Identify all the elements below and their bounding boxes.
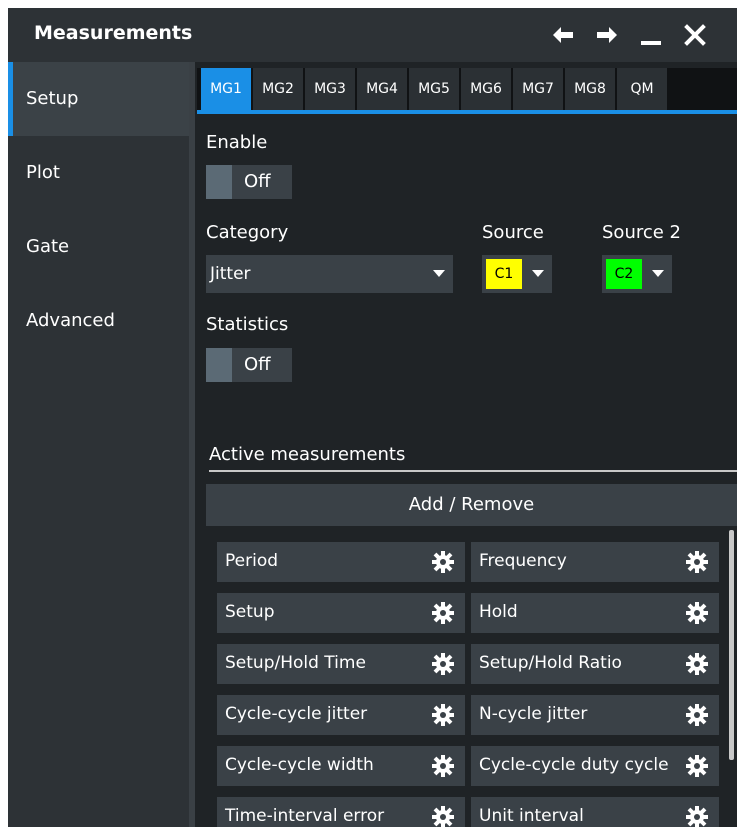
source-label: Source <box>482 222 544 243</box>
statistics-toggle[interactable]: Off <box>206 348 292 382</box>
gear-icon[interactable] <box>431 805 455 827</box>
toggle-knob <box>206 348 232 382</box>
gear-icon[interactable] <box>685 601 709 625</box>
source-channel-badge: C1 <box>486 259 522 289</box>
measurement-n-cycle-jitter[interactable]: N-cycle jitter <box>471 695 719 735</box>
arrow-right-icon[interactable] <box>592 20 622 50</box>
sidebar-item-label: Gate <box>26 236 70 257</box>
sidebar-item-label: Setup <box>26 88 79 109</box>
chevron-down-icon <box>532 270 544 277</box>
active-measurements-title: Active measurements <box>209 444 406 465</box>
gear-icon[interactable] <box>685 754 709 778</box>
active-measurements-list: Period Frequency Setup Hold Setup/Hold T… <box>197 533 737 827</box>
title-bar: Measurements <box>8 8 737 62</box>
section-divider <box>209 470 737 472</box>
source-select[interactable]: C1 <box>482 255 552 293</box>
measurement-cycle-cycle-jitter[interactable]: Cycle-cycle jitter <box>217 695 465 735</box>
arrow-left-icon[interactable] <box>548 20 578 50</box>
tab-mg4[interactable]: MG4 <box>357 68 407 110</box>
category-value: Jitter <box>210 264 251 284</box>
add-remove-button[interactable]: Add / Remove <box>206 484 737 526</box>
measurement-period[interactable]: Period <box>217 542 465 582</box>
dialog-title: Measurements <box>34 22 193 44</box>
measurement-label: Setup <box>225 602 275 622</box>
measurements-dialog: Measurements Setup Plot Gate Advanced MG… <box>8 8 737 827</box>
measurement-label: Setup/Hold Ratio <box>479 653 622 673</box>
gear-icon[interactable] <box>685 652 709 676</box>
statistics-label: Statistics <box>206 314 289 335</box>
chevron-down-icon <box>652 270 664 277</box>
measurement-cycle-cycle-duty-cycle[interactable]: Cycle-cycle duty cycle <box>471 746 719 786</box>
sidebar-item-label: Advanced <box>26 310 115 331</box>
gear-icon[interactable] <box>685 550 709 574</box>
gear-icon[interactable] <box>685 805 709 827</box>
measurement-label: Period <box>225 551 279 571</box>
measurement-label: N-cycle jitter <box>479 704 588 724</box>
measurement-label: Setup/Hold Time <box>225 653 366 673</box>
sidebar-divider <box>189 62 195 827</box>
measurement-setup[interactable]: Setup <box>217 593 465 633</box>
measurement-label: Hold <box>479 602 518 622</box>
measurement-label: Cycle-cycle width <box>225 755 374 775</box>
measurement-unit-interval[interactable]: Unit interval <box>471 797 719 827</box>
source2-channel-badge: C2 <box>606 259 642 289</box>
gear-icon[interactable] <box>431 754 455 778</box>
measurement-label: Cycle-cycle duty cycle <box>479 755 669 775</box>
sidebar-item-gate[interactable]: Gate <box>8 210 189 284</box>
sidebar-item-advanced[interactable]: Advanced <box>8 284 189 358</box>
measurement-setup-hold-ratio[interactable]: Setup/Hold Ratio <box>471 644 719 684</box>
enable-toggle[interactable]: Off <box>206 165 292 199</box>
gear-icon[interactable] <box>431 703 455 727</box>
close-icon[interactable] <box>680 20 710 50</box>
gear-icon[interactable] <box>431 550 455 574</box>
sidebar-item-label: Plot <box>26 162 60 183</box>
measurement-group-tabs: MG1 MG2 MG3 MG4 MG5 MG6 MG7 MG8 QM <box>197 68 737 112</box>
measurement-label: Cycle-cycle jitter <box>225 704 368 724</box>
measurement-frequency[interactable]: Frequency <box>471 542 719 582</box>
category-label: Category <box>206 222 289 243</box>
measurements-scrollbar[interactable] <box>729 530 734 760</box>
enable-value: Off <box>244 171 271 192</box>
measurement-label: Unit interval <box>479 806 584 826</box>
tab-mg1[interactable]: MG1 <box>201 68 251 110</box>
statistics-value: Off <box>244 354 271 375</box>
sidebar-item-setup[interactable]: Setup <box>8 62 189 136</box>
tab-mg8[interactable]: MG8 <box>565 68 615 110</box>
source2-select[interactable]: C2 <box>602 255 672 293</box>
minimize-icon[interactable] <box>636 20 666 50</box>
tab-mg2[interactable]: MG2 <box>253 68 303 110</box>
gear-icon[interactable] <box>431 652 455 676</box>
measurement-label: Frequency <box>479 551 567 571</box>
tab-mg3[interactable]: MG3 <box>305 68 355 110</box>
tab-qm[interactable]: QM <box>617 68 667 110</box>
source2-label: Source 2 <box>602 222 681 243</box>
enable-label: Enable <box>206 132 268 153</box>
tab-mg6[interactable]: MG6 <box>461 68 511 110</box>
sidebar: Setup Plot Gate Advanced <box>8 62 189 827</box>
tab-mg7[interactable]: MG7 <box>513 68 563 110</box>
measurement-hold[interactable]: Hold <box>471 593 719 633</box>
chevron-down-icon <box>433 270 445 277</box>
tab-underline <box>197 110 737 114</box>
sidebar-item-plot[interactable]: Plot <box>8 136 189 210</box>
measurement-cycle-cycle-width[interactable]: Cycle-cycle width <box>217 746 465 786</box>
measurement-label: Time-interval error <box>225 806 385 826</box>
measurement-time-interval-error[interactable]: Time-interval error <box>217 797 465 827</box>
gear-icon[interactable] <box>431 601 455 625</box>
measurement-setup-hold-time[interactable]: Setup/Hold Time <box>217 644 465 684</box>
toggle-knob <box>206 165 232 199</box>
category-select[interactable]: Jitter <box>206 255 453 293</box>
gear-icon[interactable] <box>685 703 709 727</box>
tab-mg5[interactable]: MG5 <box>409 68 459 110</box>
